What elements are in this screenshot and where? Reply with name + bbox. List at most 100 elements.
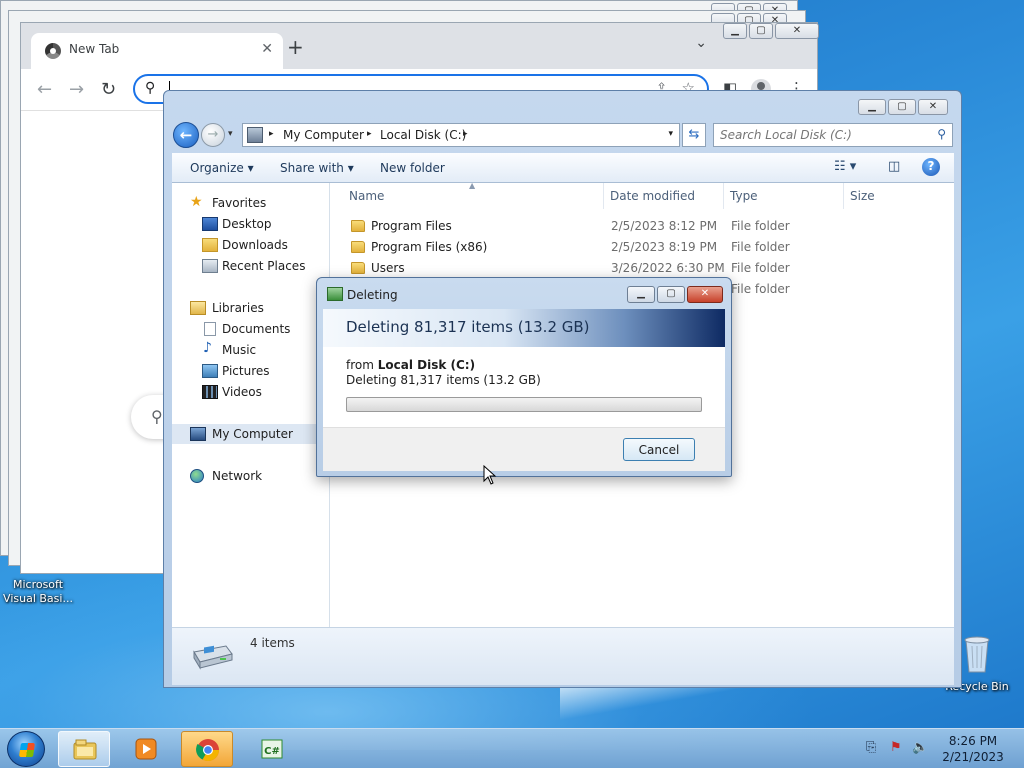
items-count: 4 items <box>250 636 295 650</box>
help-icon[interactable]: ? <box>922 158 940 176</box>
nav-item-label: Recent Places <box>222 259 306 273</box>
address-dropdown-icon[interactable]: ▾ <box>668 129 673 139</box>
file-name: Users <box>371 261 405 275</box>
view-options-icon[interactable]: ☷ ▾ <box>834 159 856 174</box>
tab-new-tab[interactable]: New Tab ✕ <box>31 33 283 69</box>
close-icon[interactable]: ✕ <box>918 99 948 115</box>
address-row: ← → ▾ ▸ My Computer ▸ Local Disk (C:) ▸ … <box>164 121 961 151</box>
sort-ascending-icon: ▲ <box>469 181 476 190</box>
action-center-flag-icon[interactable]: ⚑ <box>890 740 902 755</box>
minimize-icon[interactable]: ▁ <box>627 286 655 303</box>
nav-item-desktop[interactable]: Desktop <box>172 214 330 234</box>
file-date: 2/5/2023 8:19 PM <box>611 240 718 254</box>
breadcrumb-separator-icon[interactable]: ▸ <box>269 129 274 139</box>
column-header-name[interactable]: Name <box>349 189 384 203</box>
nav-item-favorites[interactable]: ★ Favorites <box>172 193 330 213</box>
close-icon[interactable]: ✕ <box>687 286 723 303</box>
recycle-bin-icon <box>964 636 990 673</box>
nav-item-label: Libraries <box>212 301 264 315</box>
navigation-pane: ★ Favorites Desktop Downloads Recent Pla… <box>172 183 330 627</box>
table-row[interactable]: Program Files 2/5/2023 8:12 PM File fold… <box>341 216 941 237</box>
recent-pages-dropdown-icon[interactable]: ▾ <box>228 129 233 139</box>
breadcrumb-separator-icon[interactable]: ▸ <box>367 129 372 139</box>
forward-button[interactable]: → <box>201 123 225 147</box>
search-icon: ⚲ <box>151 407 163 426</box>
table-row[interactable]: Users 3/26/2022 6:30 PM File folder <box>341 258 941 279</box>
taskbar-csharp-button[interactable]: C# <box>246 731 298 767</box>
new-tab-button[interactable]: + <box>287 35 304 59</box>
file-date: 2/5/2023 8:12 PM <box>611 219 718 233</box>
taskbar-media-player-button[interactable] <box>120 731 172 767</box>
new-folder-button[interactable]: New folder <box>380 161 445 175</box>
nav-item-label: Videos <box>222 385 262 399</box>
recent-places-icon <box>202 259 218 273</box>
csharp-icon: C# <box>261 739 283 759</box>
maximize-icon[interactable]: ▢ <box>749 23 773 39</box>
explorer-window-controls: ▁ ▢ ✕ <box>858 99 948 115</box>
nav-item-libraries[interactable]: Libraries <box>172 298 330 318</box>
close-icon[interactable]: ✕ <box>775 23 819 39</box>
back-button[interactable]: ← <box>173 122 199 148</box>
downloads-folder-icon <box>202 238 218 252</box>
dialog-footer: Cancel <box>323 427 725 471</box>
minimize-icon[interactable]: ▁ <box>723 23 747 39</box>
nav-item-network[interactable]: Network <box>172 466 330 486</box>
nav-item-documents[interactable]: Documents <box>172 319 330 339</box>
volume-icon[interactable]: 🔈 <box>912 740 928 755</box>
share-with-button[interactable]: Share with ▾ <box>280 161 354 175</box>
nav-item-videos[interactable]: Videos <box>172 382 330 402</box>
search-input[interactable] <box>720 125 930 145</box>
breadcrumb-my-computer[interactable]: My Computer <box>283 128 364 142</box>
back-arrow-icon[interactable]: ← <box>37 79 52 100</box>
nav-item-downloads[interactable]: Downloads <box>172 235 330 255</box>
chrome-window-controls: ▁ ▢ ✕ <box>723 23 819 39</box>
hard-drive-icon <box>193 645 233 670</box>
pictures-icon <box>202 364 218 378</box>
tab-search-icon[interactable]: ⌄ <box>695 35 707 51</box>
command-bar: Organize ▾ Share with ▾ New folder ☷ ▾ ◫… <box>172 153 954 183</box>
nav-item-label: Documents <box>222 322 291 336</box>
chrome-tabstrip: New Tab ✕ + ⌄ ▁ ▢ ✕ <box>21 23 819 69</box>
folder-icon <box>351 241 365 253</box>
nav-item-my-computer[interactable]: My Computer <box>172 424 330 444</box>
column-header-size[interactable]: Size <box>850 189 875 203</box>
details-pane: 4 items <box>172 627 954 685</box>
desktop-icon-visual-basic[interactable]: Microsoft Visual Basi... <box>2 578 74 606</box>
cancel-button[interactable]: Cancel <box>623 438 695 461</box>
table-row[interactable]: Program Files (x86) 2/5/2023 8:19 PM Fil… <box>341 237 941 258</box>
preview-pane-icon[interactable]: ◫ <box>888 159 900 174</box>
forward-arrow-icon[interactable]: → <box>69 79 84 100</box>
start-button[interactable] <box>7 731 45 767</box>
organize-button[interactable]: Organize ▾ <box>190 161 254 175</box>
taskbar-explorer-button[interactable] <box>58 731 110 767</box>
minimize-icon[interactable]: ▁ <box>858 99 886 115</box>
reload-icon[interactable]: ↻ <box>101 79 116 100</box>
column-divider[interactable] <box>723 183 724 209</box>
nav-item-pictures[interactable]: Pictures <box>172 361 330 381</box>
maximize-icon[interactable]: ▢ <box>657 286 685 303</box>
column-divider[interactable] <box>603 183 604 209</box>
desktop-icon <box>202 217 218 231</box>
column-header-date-modified[interactable]: Date modified <box>610 189 695 203</box>
nav-item-recent-places[interactable]: Recent Places <box>172 256 330 276</box>
refresh-button[interactable]: ⇆ <box>682 123 706 147</box>
nav-item-music[interactable]: ♪ Music <box>172 340 330 360</box>
tab-close-icon[interactable]: ✕ <box>261 41 273 57</box>
breadcrumb-local-disk[interactable]: Local Disk (C:) <box>380 128 466 142</box>
file-type: File folder <box>731 282 790 296</box>
system-clock[interactable]: 8:26 PM 2/21/2023 <box>928 733 1018 765</box>
taskbar-chrome-button[interactable] <box>181 731 233 767</box>
star-icon: ★ <box>190 194 203 210</box>
breadcrumb-separator-icon[interactable]: ▸ <box>463 129 468 139</box>
address-bar[interactable]: ▸ My Computer ▸ Local Disk (C:) ▸ ▾ <box>242 123 680 147</box>
media-player-icon <box>135 738 157 760</box>
computer-icon <box>190 427 206 441</box>
libraries-icon <box>190 301 206 315</box>
search-icon[interactable]: ⚲ <box>937 127 946 141</box>
network-status-icon[interactable]: ⎘ <box>866 740 876 755</box>
maximize-icon[interactable]: ▢ <box>888 99 916 115</box>
column-divider[interactable] <box>843 183 844 209</box>
source-location: from Local Disk (C:) <box>346 358 475 372</box>
nav-item-label: Downloads <box>222 238 288 252</box>
column-header-type[interactable]: Type <box>730 189 758 203</box>
